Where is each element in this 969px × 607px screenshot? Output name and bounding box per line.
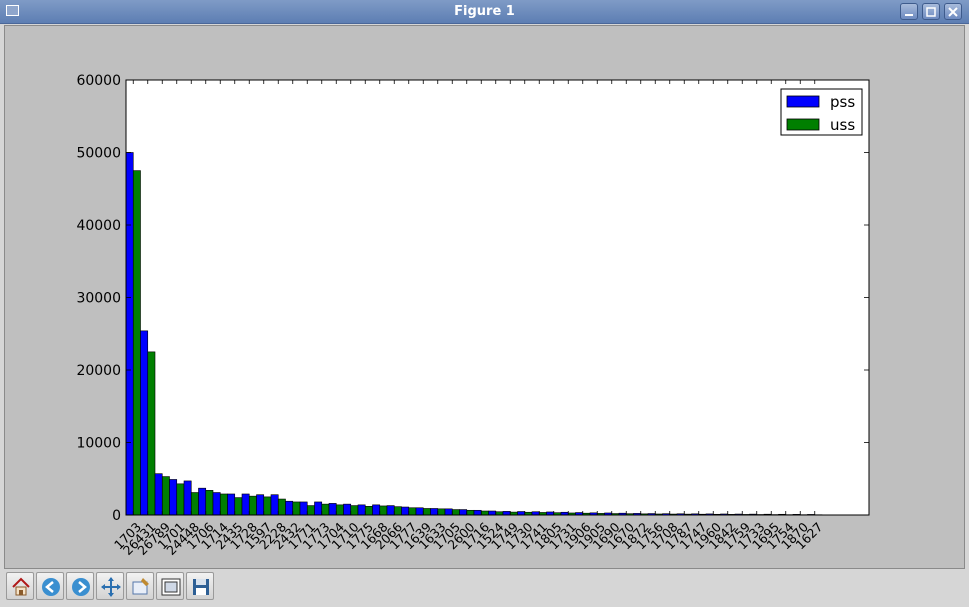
bar-pss [372, 504, 381, 516]
bar-pss [357, 504, 366, 516]
zoom-button[interactable] [126, 572, 154, 600]
bar-uss [437, 508, 446, 516]
bar-uss [219, 493, 228, 516]
maximize-button[interactable] [922, 3, 940, 20]
bar-uss [422, 508, 431, 516]
legend-label-pss: pss [830, 93, 855, 111]
bar-uss [335, 504, 344, 516]
bar-uss [480, 510, 489, 516]
bar-uss [393, 506, 402, 516]
bar-pss [473, 509, 482, 516]
zoom-rect-icon [132, 578, 149, 595]
bar-pss [430, 508, 439, 516]
y-tick-label: 60000 [76, 73, 121, 89]
y-tick-label: 10000 [76, 436, 121, 452]
minimize-button[interactable] [900, 3, 918, 20]
window-titlebar[interactable]: Figure 1 [0, 0, 969, 24]
bar-pss [241, 493, 250, 516]
window-title: Figure 1 [454, 4, 515, 19]
bar-uss [190, 492, 199, 516]
legend-swatch-uss [786, 118, 820, 131]
forward-arrow-icon [72, 578, 90, 596]
bar-pss [169, 479, 178, 516]
close-button[interactable] [944, 3, 962, 20]
y-tick-label: 20000 [76, 363, 121, 379]
pan-arrows-icon [101, 577, 121, 597]
bar-pss [256, 494, 265, 516]
legend-label-uss: uss [830, 116, 855, 134]
bar-uss [466, 509, 475, 516]
bar-pss [517, 511, 526, 516]
bar-uss [263, 496, 272, 516]
bar-uss [234, 497, 243, 516]
bar-uss [147, 351, 156, 516]
bar-uss [306, 505, 315, 516]
bar-uss [176, 483, 185, 516]
bar-uss [451, 509, 460, 516]
y-tick-label: 0 [112, 508, 121, 524]
y-tick-label: 50000 [76, 146, 121, 162]
bar-chart: 1703264312678917012444817061714243517281… [76, 73, 870, 558]
bar-pss [459, 509, 468, 516]
bar-pss [343, 503, 352, 516]
bar-uss [161, 476, 170, 516]
bar-pss [212, 492, 221, 516]
bar-pss [488, 510, 497, 516]
plot-area [126, 80, 869, 515]
bar-pss [285, 500, 294, 516]
bar-pss [444, 508, 453, 516]
bar-pss [386, 505, 395, 516]
figure-canvas[interactable]: 1703 26431 26789 1701 24448 1706 1714 2435 1728 1… [4, 25, 965, 569]
pan-button[interactable] [96, 572, 124, 600]
bar-pss [328, 503, 337, 516]
forward-button[interactable] [66, 572, 94, 600]
back-button[interactable] [36, 572, 64, 600]
bar-pss [401, 506, 410, 516]
save-button[interactable] [186, 572, 214, 600]
y-tick-label: 40000 [76, 218, 121, 234]
maximize-icon [926, 7, 936, 17]
home-icon [12, 577, 30, 596]
bar-pss [227, 493, 236, 516]
bar-uss [132, 170, 141, 516]
bar-uss [277, 498, 286, 516]
bar-uss [248, 495, 257, 516]
minimize-icon [905, 14, 913, 16]
bar-uss [350, 505, 359, 516]
home-button[interactable] [6, 572, 34, 600]
bar-uss [364, 505, 373, 516]
bar-pss [140, 330, 149, 516]
back-arrow-icon [42, 578, 60, 596]
bar-pss [125, 152, 134, 516]
bar-uss [408, 507, 417, 516]
bar-pss [415, 507, 424, 516]
bar-pss [502, 511, 511, 516]
bar-pss [154, 473, 163, 516]
subplots-button[interactable] [156, 572, 184, 600]
bar-pss [270, 494, 279, 516]
bar-pss [314, 501, 323, 516]
subplots-icon [161, 578, 181, 596]
save-floppy-icon [193, 579, 209, 595]
bar-uss [292, 501, 301, 516]
navigation-toolbar [0, 570, 969, 607]
close-icon [948, 7, 958, 17]
legend-swatch-pss [786, 95, 820, 108]
bar-pss [183, 480, 192, 516]
bar-pss [299, 501, 308, 516]
bar-pss [198, 487, 207, 516]
y-tick-label: 30000 [76, 291, 121, 307]
bar-uss [321, 503, 330, 516]
bar-uss [205, 490, 214, 516]
bar-uss [379, 505, 388, 516]
